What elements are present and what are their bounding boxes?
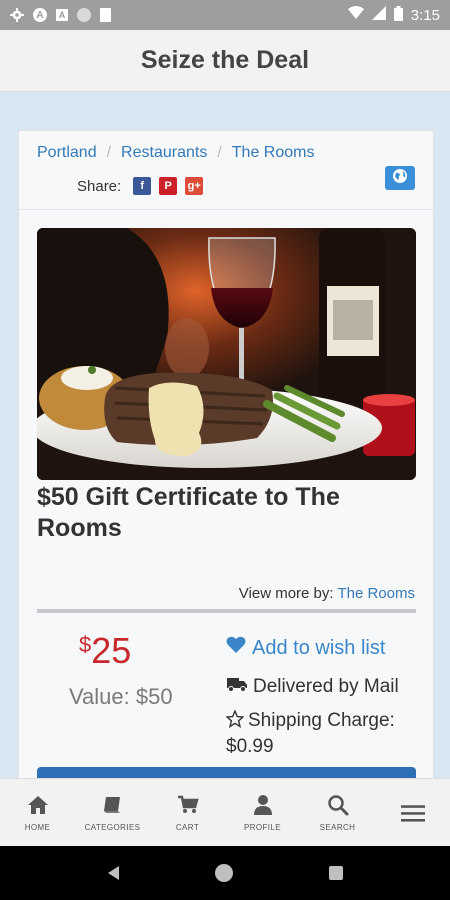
nav-menu[interactable] [375,779,450,847]
settings-icon [10,8,24,22]
nav-profile[interactable]: PROFILE [225,779,300,847]
signal-icon [371,6,386,24]
sd-card-icon [100,8,111,22]
search-icon [326,793,350,817]
breadcrumb-item-portland[interactable]: Portland [37,144,97,162]
deal-price: $25 [79,630,131,672]
nav-label: PROFILE [243,823,282,832]
deal-card: Portland / Restaurants / The Rooms Share… [18,130,434,790]
status-bar: A A 3:15 [0,0,450,30]
share-label: Share: [77,177,122,195]
truck-icon [227,676,247,698]
nav-cart[interactable]: CART [150,779,225,847]
map-button[interactable] [385,166,415,190]
dot-icon [77,8,91,22]
nav-label: HOME [24,823,51,832]
cart-icon [176,793,200,817]
nav-home[interactable]: HOME [0,779,75,847]
shipping-label: Shipping Charge: $0.99 [226,710,395,757]
home-icon [26,793,50,817]
wifi-icon [347,6,364,24]
bottom-nav: HOME CATEGORIES CART PROFILE SEARCH [0,778,450,846]
view-more: View more by: The Rooms [239,585,415,602]
facebook-icon[interactable]: f [133,177,152,195]
system-nav-bar [0,846,450,900]
heart-icon [226,636,246,660]
merchant-link[interactable]: The Rooms [337,585,415,602]
a-square-icon: A [56,9,68,21]
deal-title: $50 Gift Certificate to The Rooms [37,483,340,542]
divider [37,609,416,613]
clock: 3:15 [410,6,440,24]
add-to-wishlist-button[interactable]: Add to wish list [226,636,385,660]
book-icon [101,793,125,817]
share-row: Share: f P g+ [77,177,204,195]
price-currency: $ [79,632,92,657]
back-icon[interactable] [107,866,119,880]
deal-value: Value: $50 [69,684,173,709]
price-amount: 25 [91,630,132,671]
breadcrumb-item-the-rooms[interactable]: The Rooms [232,144,315,162]
google-plus-icon[interactable]: g+ [185,177,204,195]
nav-categories[interactable]: CATEGORIES [75,779,150,847]
menu-icon [400,801,425,825]
shipping-info: Shipping Charge: $0.99 [225,709,426,759]
wishlist-label: Add to wish list [252,636,386,659]
home-circle-icon[interactable] [214,864,233,882]
recent-apps-icon[interactable] [328,866,343,880]
globe-icon [392,168,408,189]
nav-label: SEARCH [319,823,356,832]
user-icon [251,793,275,817]
a-icon: A [33,8,47,22]
delivery-label: Delivered by Mail [253,676,399,697]
breadcrumb-separator: / [106,144,112,161]
page-title: Seize the Deal [140,46,310,74]
nav-search[interactable]: SEARCH [300,779,375,847]
view-more-label: View more by: [238,585,334,602]
nav-label: CATEGORIES [84,823,141,832]
star-icon [225,709,245,735]
deal-photo [37,228,416,480]
pinterest-icon[interactable]: P [159,177,178,195]
breadcrumb-item-restaurants[interactable]: Restaurants [121,144,207,162]
delivery-info: Delivered by Mail [227,676,399,698]
app-header: Seize the Deal [0,30,450,92]
nav-label: CART [175,823,200,832]
divider [19,209,433,210]
battery-icon [393,5,403,25]
breadcrumb-separator: / [217,144,222,161]
breadcrumb: Portland / Restaurants / The Rooms [37,144,314,162]
